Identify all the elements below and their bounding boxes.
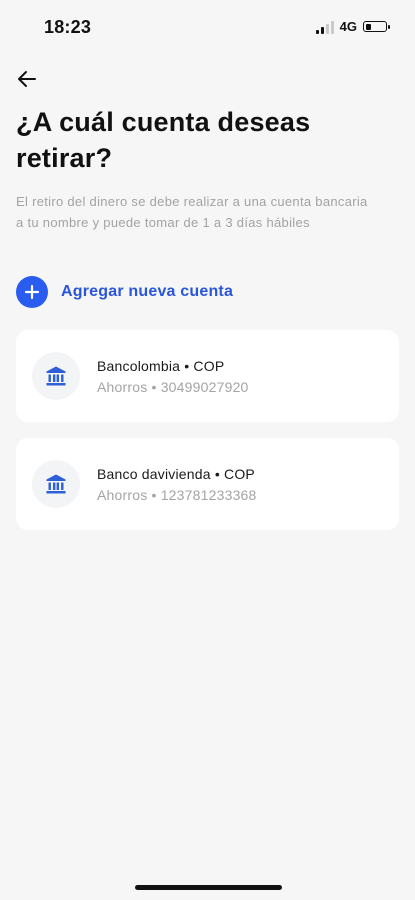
plus-icon [16,276,48,308]
add-account-label: Agregar nueva cuenta [61,283,234,300]
battery-icon [363,21,390,32]
account-card[interactable]: Bancolombia • COP Ahorros • 30499027920 [16,330,399,422]
status-time: 18:23 [44,17,92,37]
bank-icon [32,352,80,400]
page-title: ¿A cuál cuenta deseas retirar? [16,107,311,173]
status-bar: 18:23 4G [0,0,415,56]
back-button[interactable] [12,64,42,94]
account-detail: Ahorros • 123781233368 [97,486,257,503]
arrow-left-icon [18,71,36,87]
bank-icon [32,460,80,508]
network-type: 4G [339,19,357,34]
account-name: Banco davivienda • COP [97,465,255,482]
account-detail: Ahorros • 30499027920 [97,378,249,395]
signal-icon [315,20,334,34]
home-indicator[interactable] [135,885,282,890]
status-indicators: 4G [315,19,390,34]
account-card[interactable]: Banco davivienda • COP Ahorros • 1237812… [16,438,399,530]
page-description: El retiro del dinero se debe realizar a … [16,194,368,230]
add-account-button[interactable]: Agregar nueva cuenta [16,276,233,308]
account-name: Bancolombia • COP [97,357,225,374]
